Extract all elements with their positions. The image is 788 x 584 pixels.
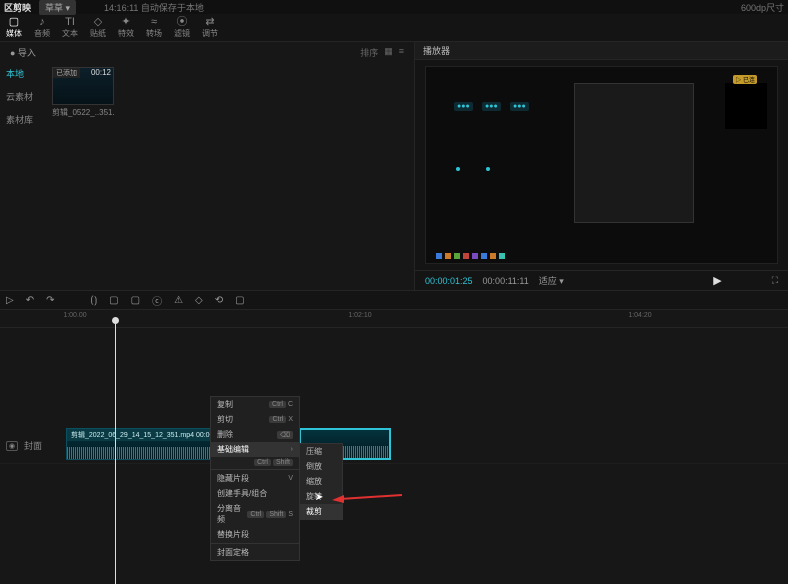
context-menu: 复制 CtrlC 剪切 CtrlX 删除 ⌫ 基础编辑 › CtrlShift … [210,396,300,561]
redo-icon[interactable]: ↷ [46,295,54,306]
submenu-scale[interactable]: 缩放 [300,474,342,489]
text-icon: TI [65,17,75,28]
timeline: 1:00.00 1:02:10 1:04:20 ◉ 封面 剪辑_2022_06_… [0,310,788,584]
sidebar-item-cloud[interactable]: 云素材 [6,90,42,103]
misc-icon[interactable]: ▢ [235,295,244,306]
submenu-compress[interactable]: 压缩 [300,444,342,459]
main-menu-button[interactable]: 草草 ▾ [39,0,76,15]
media-panel: ● 导入 排序 ▦ ≡ 本地 云素材 素材库 已添加 00:12 剪辑_0522… [0,42,415,290]
upper-panels: ● 导入 排序 ▦ ≡ 本地 云素材 素材库 已添加 00:12 剪辑_0522… [0,42,788,290]
main-tabs: ▢ 媒体 ♪ 音频 TI 文本 ◇ 贴纸 ✦ 特效 ≈ 转场 ⦿ 滤镜 ⇄ 调节 [0,14,788,42]
media-sidebar: 本地 云素材 素材库 [0,63,48,290]
tab-filter[interactable]: ⦿ 滤镜 [168,14,196,42]
tab-audio[interactable]: ♪ 音频 [28,14,56,42]
context-submenu: 压缩 倒放 缩放 旋转 裁剪 [299,443,343,520]
duration-label: 00:12 [89,68,113,77]
ratio-dropdown[interactable]: 适应 ▾ [539,274,564,287]
mouse-cursor: ➤ [315,492,323,503]
menu-freeze-frame[interactable]: 封面定格 [211,545,299,560]
menu-compound[interactable]: 创建手具/组合 [211,486,299,501]
current-timecode: 00:00:01:25 [425,276,473,286]
submenu-crop[interactable]: 裁剪 [300,504,342,519]
playhead[interactable] [115,320,116,584]
total-timecode: 00:00:11:11 [483,276,529,286]
tab-text[interactable]: TI 文本 [56,14,84,42]
tab-adjust[interactable]: ⇄ 调节 [196,14,224,42]
thumbnail-filename: 剪辑_0522_..351.mp4 [52,107,114,118]
app-brand: 区剪映 [4,1,31,14]
clip-waveform [67,447,211,459]
play-button[interactable]: ▶ [713,274,721,287]
menu-delete[interactable]: 删除 ⌫ [211,427,299,442]
select-tool-icon[interactable]: ▷ [6,295,14,306]
added-badge: 已添加 [53,68,80,78]
connected-badge: ▷ 已连 [733,75,757,84]
keyframe-icon[interactable]: ◇ [195,295,203,306]
import-button[interactable]: ● 导入 [10,46,36,59]
menu-cut[interactable]: 剪切 CtrlX [211,412,299,427]
autosave-status: 14:16:11 自动保存于本地 [84,1,733,14]
snap-icon[interactable]: ▢ [131,295,140,306]
menu-detach-audio[interactable]: 分离音频 CtrlShiftS [211,501,299,527]
clip-title: 剪辑_2022_06_29_14_15_12_351.mp4 00:00:11:… [67,429,211,441]
menu-basic-edit[interactable]: 基础编辑 › [211,442,299,457]
tab-effects[interactable]: ✦ 特效 [112,14,140,42]
tab-media[interactable]: ▢ 媒体 [0,14,28,42]
submenu-reverse[interactable]: 倒放 [300,459,342,474]
transport-bar: 00:00:01:25 00:00:11:11 适应 ▾ ▶ ⛶ [415,270,788,290]
crop-icon[interactable]: ▢ [109,295,118,306]
warning-icon[interactable]: ⚠ [174,295,183,306]
audio-icon: ♪ [39,17,45,28]
split-icon[interactable]: ⟮⟯ [90,295,97,306]
undo-icon[interactable]: ↶ [26,295,34,306]
menu-replace-clip[interactable]: 替换片段 [211,527,299,542]
menu-empty-row[interactable]: CtrlShift [211,457,299,468]
media-thumbnail[interactable]: 已添加 00:12 [52,67,114,105]
preview-taskbar [436,253,505,259]
menu-hide-clip[interactable]: 隐藏片段 V [211,471,299,486]
preview-title: 播放器 [415,42,788,60]
menu-copy[interactable]: 复制 CtrlC [211,397,299,412]
timeline-clip[interactable]: 剪辑_2022_06_29_14_15_12_351.mp4 00:00:11:… [66,428,212,460]
timeline-toolbar: ▷ ↶ ↷ ⟮⟯ ▢ ▢ ⓒ ⚠ ◇ ⟲ ▢ [0,290,788,310]
chevron-right-icon: › [291,446,293,453]
copyright-icon[interactable]: ⓒ [152,293,162,308]
tab-sticker[interactable]: ◇ 贴纸 [84,14,112,42]
preview-viewport[interactable]: ●●● ●●● ●●● ▷ 已连 [425,66,778,264]
preview-panel: 播放器 ●●● ●●● ●●● ▷ 已连 00:00: [415,42,788,290]
track-toggle[interactable]: ◉ [6,441,18,451]
fullscreen-icon[interactable]: ⛶ [772,275,778,286]
sort-label[interactable]: 排序 [360,46,378,59]
sidebar-item-stock[interactable]: 素材库 [6,113,42,126]
sidebar-item-local[interactable]: 本地 [6,67,42,80]
sticker-icon: ◇ [94,17,102,28]
media-grid: 已添加 00:12 剪辑_0522_..351.mp4 [48,63,414,290]
filter-icon: ⦿ [177,17,188,28]
track-label: 封面 [24,439,42,452]
media-icon: ▢ [9,17,19,28]
effects-icon: ✦ [121,17,130,28]
grid-view-icon[interactable]: ▦ [384,46,393,59]
titlebar: 区剪映 草草 ▾ 14:16:11 自动保存于本地 600dp尺寸 [0,0,788,14]
list-view-icon[interactable]: ≡ [399,46,404,59]
window-dimensions: 600dp尺寸 [741,1,784,14]
annotation-arrow [332,491,402,503]
transition-icon: ≈ [151,17,157,28]
adjust-icon: ⇄ [205,17,214,28]
refresh-icon[interactable]: ⟲ [215,295,223,306]
tab-transition[interactable]: ≈ 转场 [140,14,168,42]
